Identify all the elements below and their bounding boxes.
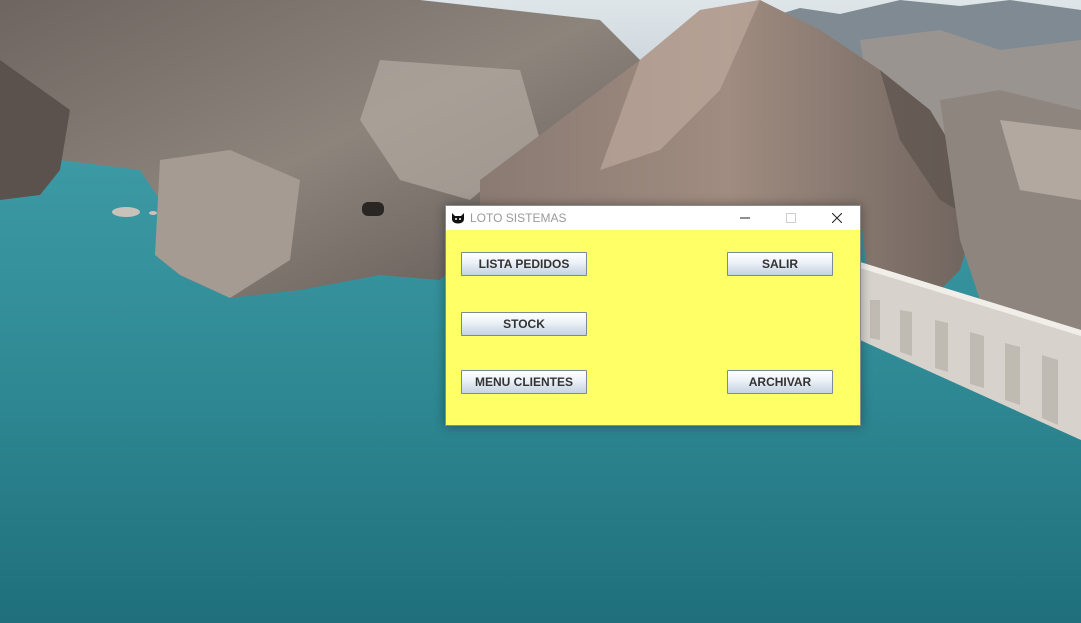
salir-button[interactable]: SALIR <box>727 252 833 276</box>
window-title: LOTO SISTEMAS <box>470 211 567 225</box>
lista-pedidos-button[interactable]: LISTA PEDIDOS <box>461 252 587 276</box>
close-icon <box>832 213 842 223</box>
menu-clientes-button[interactable]: MENU CLIENTES <box>461 370 587 394</box>
window-content-panel: LISTA PEDIDOS STOCK MENU CLIENTES SALIR … <box>446 230 860 426</box>
cat-icon <box>451 211 465 225</box>
minimize-icon <box>740 217 750 219</box>
archivar-button[interactable]: ARCHIVAR <box>727 370 833 394</box>
stock-button[interactable]: STOCK <box>461 312 587 336</box>
window-controls <box>722 206 860 230</box>
minimize-button[interactable] <box>722 206 768 230</box>
maximize-button[interactable] <box>768 206 814 230</box>
close-button[interactable] <box>814 206 860 230</box>
loto-sistemas-window: LOTO SISTEMAS LISTA PEDIDOS STOCK MENU C… <box>445 205 861 426</box>
maximize-icon <box>786 213 796 223</box>
window-titlebar[interactable]: LOTO SISTEMAS <box>446 206 860 230</box>
